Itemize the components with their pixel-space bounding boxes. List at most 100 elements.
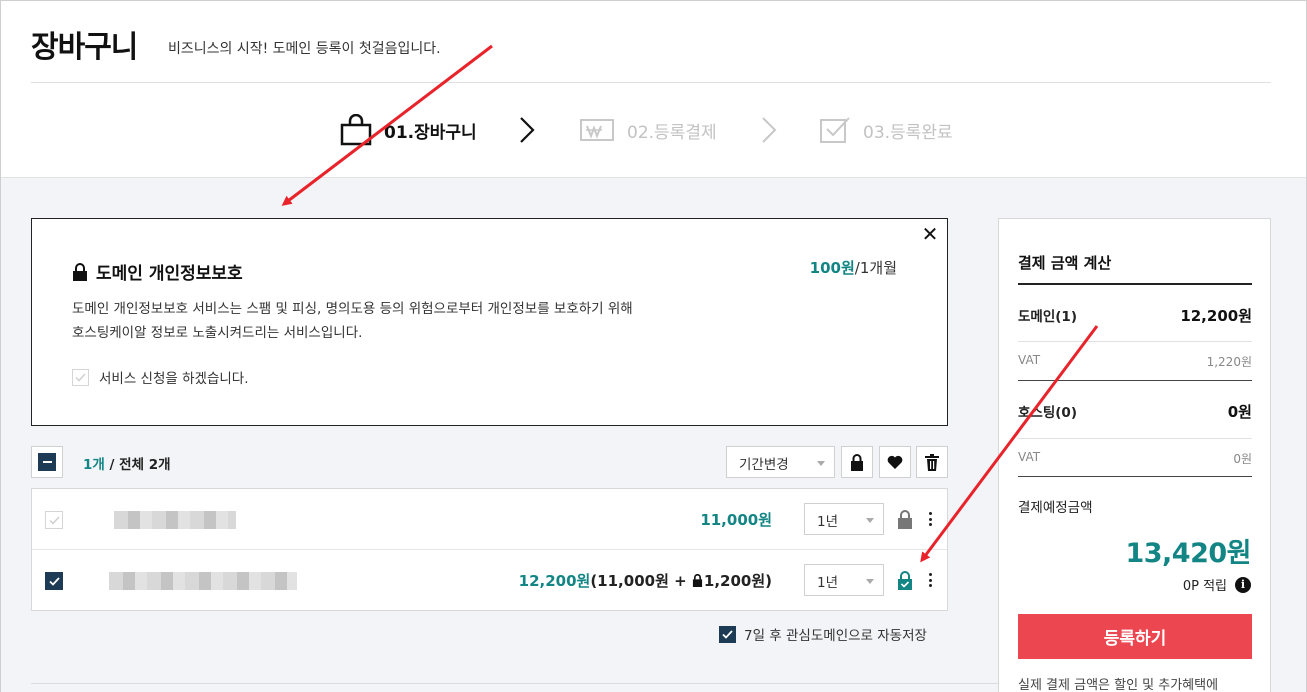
cart-item-list: 11,000원 1년 12,200원(11,000원 + 1,200원) 1년 [31, 488, 948, 611]
more-vertical-icon[interactable] [924, 570, 936, 590]
more-vertical-icon[interactable] [924, 509, 936, 529]
chevron-right-icon [520, 117, 535, 143]
caret-down-icon [817, 461, 825, 466]
step-payment-label: 02.등록결제 [627, 122, 717, 143]
header-divider [31, 82, 1271, 83]
autosave-checkbox[interactable] [719, 625, 736, 643]
summary-hosting-vat-row: VAT 0원 [1018, 450, 1252, 467]
row-price-detail: (11,000원 + [590, 572, 692, 590]
vat-value: 0원 [1233, 452, 1252, 466]
select-all-checkbox[interactable] [31, 446, 63, 478]
cart-item-row: 11,000원 1년 [32, 489, 947, 550]
summary-note: 실제 결제 금액은 할인 및 추가혜택에 [1018, 678, 1219, 692]
shopping-bag-icon [340, 114, 372, 146]
lock-icon [73, 262, 87, 281]
row-price-privacy: 1,200원) [703, 572, 772, 590]
summary-divider [1018, 438, 1252, 439]
step-complete-label: 03.등록완료 [863, 122, 953, 143]
points-text: 0P 적립 [1182, 579, 1227, 594]
vat-label: VAT [1018, 353, 1041, 367]
page-header: 장바구니 비즈니스의 시작! 도메인 등록이 첫걸음입니다. 01.장바구니 0… [0, 0, 1307, 178]
info-icon[interactable]: i [1235, 576, 1251, 593]
summary-domain-row: 도메인(1) 12,200원 [1018, 305, 1252, 326]
cart-item-row: 12,200원(11,000원 + 1,200원) 1년 [32, 550, 947, 611]
period-change-select[interactable]: 기간변경 [726, 446, 835, 478]
check-icon [48, 515, 60, 525]
expected-payment-label: 결제예정금액 [1018, 500, 1093, 516]
step-cart: 01.장바구니 [340, 114, 477, 146]
summary-title: 결제 금액 계산 [1018, 254, 1112, 272]
check-box-icon [820, 117, 850, 143]
step-cart-label: 01.장바구니 [384, 122, 477, 143]
hosting-label: 호스팅(0) [1018, 405, 1077, 421]
checkbox[interactable] [72, 368, 89, 386]
privacy-apply-checkbox[interactable]: 서비스 신청을 하겠습니다. [72, 367, 249, 387]
lock-button[interactable] [841, 446, 873, 478]
chevron-right-icon [762, 117, 777, 143]
year-select-value: 1년 [817, 514, 839, 530]
total-amount: 13,420원 [1125, 538, 1251, 569]
lock-icon[interactable] [896, 509, 914, 529]
selection-count: 1개 / 전체 2개 [83, 453, 171, 473]
payment-won-icon [580, 119, 614, 141]
row-price: 12,200원(11,000원 + 1,200원) [519, 570, 772, 591]
blurred-domain-name [114, 511, 236, 529]
register-button[interactable]: 등록하기 [1018, 614, 1252, 659]
cart-list-toolbar: 1개 / 전체 2개 기간변경 [31, 446, 948, 478]
heart-icon [887, 455, 903, 469]
row-price-main: 12,200원 [518, 572, 591, 590]
summary-hosting-row: 호스팅(0) 0원 [1018, 401, 1252, 422]
lock-icon [851, 453, 863, 471]
vat-label: VAT [1018, 450, 1041, 464]
total-count: / 전체 2개 [104, 457, 171, 473]
privacy-price-value: 100원 [809, 259, 855, 277]
selected-count: 1개 [83, 457, 105, 473]
row-checkbox[interactable] [45, 511, 63, 529]
privacy-desc-line: 호스팅케이알 정보로 노출시켜드리는 서비스입니다. [72, 325, 363, 341]
privacy-apply-label: 서비스 신청을 하겠습니다. [99, 371, 249, 387]
year-select-value: 1년 [817, 575, 839, 591]
indeterminate-mark [38, 453, 56, 471]
points-earned: 0P 적립 i [1183, 575, 1251, 594]
year-select[interactable]: 1년 [804, 564, 884, 596]
privacy-desc-line: 도메인 개인정보보호 서비스는 스팸 및 피싱, 명의도용 등의 위험으로부터 … [72, 301, 633, 317]
check-icon [48, 576, 60, 586]
hosting-value: 0원 [1227, 403, 1252, 421]
privacy-title-text: 도메인 개인정보보호 [96, 264, 243, 284]
blurred-domain-name [109, 572, 297, 590]
row-checkbox[interactable] [45, 572, 63, 590]
privacy-price: 100원/1개월 [810, 257, 897, 278]
lock-check-icon[interactable] [896, 570, 914, 590]
close-icon[interactable]: ✕ [921, 224, 939, 244]
vat-value: 1,220원 [1206, 355, 1252, 369]
summary-divider [1018, 283, 1252, 285]
summary-divider [1018, 476, 1252, 477]
year-select[interactable]: 1년 [804, 503, 884, 535]
page-subtitle: 비즈니스의 시작! 도메인 등록이 첫걸음입니다. [168, 41, 441, 57]
lock-icon [692, 573, 702, 587]
summary-domain-vat-row: VAT 1,220원 [1018, 353, 1252, 370]
checkout-steps: 01.장바구니 02.등록결제 03.등록완료 [0, 112, 1307, 146]
period-change-label: 기간변경 [739, 457, 789, 473]
check-icon [75, 372, 86, 382]
caret-down-icon [866, 579, 874, 584]
autosave-option[interactable]: 7일 후 관심도메인으로 자동저장 [719, 624, 927, 644]
page-title: 장바구니 [31, 30, 138, 65]
row-price: 11,000원 [700, 511, 772, 529]
summary-divider [1018, 341, 1252, 342]
payment-summary-panel: 결제 금액 계산 도메인(1) 12,200원 VAT 1,220원 호스팅(0… [998, 218, 1271, 692]
step-complete: 03.등록완료 [819, 116, 953, 144]
domain-label: 도메인(1) [1018, 309, 1077, 325]
summary-divider [1018, 380, 1252, 381]
check-icon [722, 629, 733, 639]
privacy-protection-panel: ✕ 도메인 개인정보보호 100원/1개월 도메인 개인정보보호 서비스는 스팸… [31, 218, 948, 426]
caret-down-icon [866, 518, 874, 523]
privacy-title: 도메인 개인정보보호 [72, 259, 243, 284]
step-payment: 02.등록결제 [579, 116, 717, 144]
privacy-description: 도메인 개인정보보호 서비스는 스팸 및 피싱, 명의도용 등의 위험으로부터 … [72, 297, 772, 345]
section-divider [31, 683, 1006, 684]
favorite-button[interactable] [879, 446, 911, 478]
domain-value: 12,200원 [1180, 307, 1252, 325]
privacy-price-unit: /1개월 [854, 259, 897, 277]
delete-button[interactable] [916, 446, 948, 478]
